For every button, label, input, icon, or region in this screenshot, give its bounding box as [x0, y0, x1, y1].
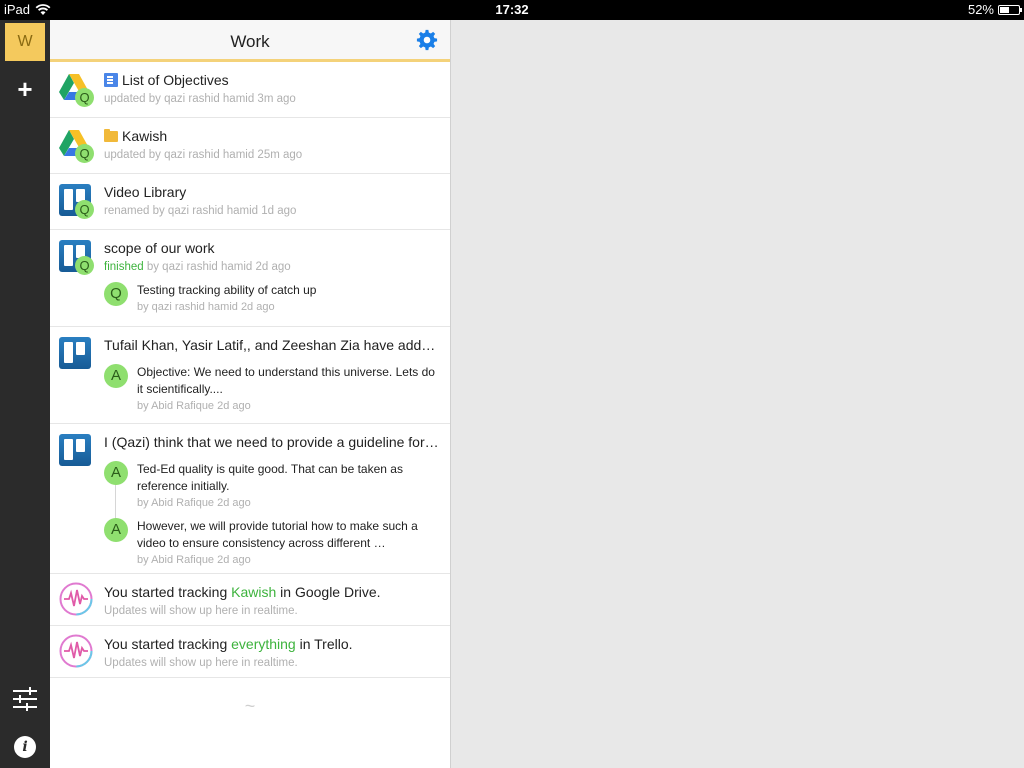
comment-text: Testing tracking ability of catch up [137, 283, 317, 297]
user-badge: Q [75, 144, 94, 163]
comment: A However, we will provide tutorial how … [104, 518, 440, 567]
activity-panel: Work Q List of Objectives updated by qaz… [50, 20, 450, 768]
feed-item[interactable]: You started tracking Kawish in Google Dr… [50, 574, 450, 626]
battery-percent: 52% [967, 2, 994, 17]
add-workspace-button[interactable]: + [0, 74, 50, 104]
user-badge: Q [75, 256, 94, 275]
trello-avatar [59, 434, 93, 468]
workspace-button[interactable]: W [5, 23, 45, 61]
item-title: Kawish [122, 128, 168, 144]
trello-avatar: Q [59, 184, 94, 219]
item-meta: Updates will show up here in realtime. [104, 605, 298, 617]
folder-icon [104, 128, 118, 142]
item-title: Video Library [104, 184, 187, 200]
status-bar: iPad 17:32 52% [0, 0, 1024, 20]
item-meta: updated by qazi rashid hamid 3m ago [104, 93, 296, 105]
avatar: A [104, 461, 128, 485]
tracked-item-link[interactable]: everything [231, 636, 296, 652]
comment-author: by Abid Rafique 2d ago [137, 497, 251, 509]
item-title: You started tracking [104, 636, 232, 652]
item-title: I (Qazi) think that we need to provide a… [104, 434, 439, 450]
item-title: Tufail Khan, Yasir Latif,, and Zeeshan Z… [104, 337, 436, 353]
activity-pulse-icon [59, 634, 93, 668]
item-meta: by qazi rashid hamid 2d ago [143, 261, 291, 273]
info-button[interactable]: i [14, 736, 36, 758]
feed-item[interactable]: Q Video Library renamed by qazi rashid h… [50, 174, 450, 230]
comment: A Objective: We need to understand this … [104, 364, 440, 413]
document-icon [104, 73, 118, 87]
item-title-suffix: in Trello. [295, 636, 353, 652]
status-label: finished [104, 261, 144, 273]
item-title: scope of our work [104, 240, 215, 256]
feed-item[interactable]: Q Kawish updated by qazi rashid hamid 25… [50, 118, 450, 174]
comment-text: However, we will provide tutorial how to… [137, 519, 418, 550]
feed-item[interactable]: Q scope of our work finished by qazi ras… [50, 230, 450, 327]
feed-item[interactable]: You started tracking everything in Trell… [50, 626, 450, 678]
comment-author: by qazi rashid hamid 2d ago [137, 301, 275, 313]
gear-icon[interactable] [416, 29, 438, 51]
feed-item[interactable]: Q List of Objectives updated by qazi ras… [50, 62, 450, 118]
google-drive-avatar: Q [59, 128, 94, 163]
trello-avatar [59, 337, 93, 371]
feed-item[interactable]: Tufail Khan, Yasir Latif,, and Zeeshan Z… [50, 327, 450, 424]
avatar: Q [104, 282, 128, 306]
user-badge: Q [75, 88, 94, 107]
comment: A Ted-Ed quality is quite good. That can… [104, 461, 440, 510]
filter-settings-icon[interactable] [12, 686, 38, 712]
item-title: List of Objectives [122, 72, 229, 88]
comment-text: Objective: We need to understand this un… [137, 365, 435, 396]
comment-author: by Abid Rafique 2d ago [137, 554, 251, 566]
trello-icon [59, 337, 91, 369]
trello-avatar: Q [59, 240, 94, 275]
google-drive-avatar: Q [59, 72, 94, 107]
item-meta: updated by qazi rashid hamid 25m ago [104, 149, 303, 161]
tracked-item-link[interactable]: Kawish [231, 584, 276, 600]
end-of-feed-marker: ~ [244, 696, 256, 716]
activity-pulse-icon [59, 582, 93, 616]
feed-item[interactable]: I (Qazi) think that we need to provide a… [50, 424, 450, 574]
avatar: A [104, 518, 128, 542]
comment-author: by Abid Rafique 2d ago [137, 400, 251, 412]
user-badge: Q [75, 200, 94, 219]
battery-icon [998, 4, 1022, 15]
panel-header: Work [50, 20, 450, 62]
item-meta: Updates will show up here in realtime. [104, 657, 298, 669]
item-title: You started tracking [104, 584, 232, 600]
workspace-rail: W + i [0, 20, 50, 768]
clock: 17:32 [495, 2, 529, 17]
avatar: A [104, 364, 128, 388]
detail-pane [450, 20, 1024, 768]
comment: Q Testing tracking ability of catch up b… [104, 282, 440, 314]
page-title: Work [230, 32, 270, 51]
trello-icon [59, 434, 91, 466]
comment-text: Ted-Ed quality is quite good. That can b… [137, 462, 403, 493]
item-title-suffix: in Google Drive. [276, 584, 381, 600]
item-meta: renamed by qazi rashid hamid 1d ago [104, 205, 297, 217]
